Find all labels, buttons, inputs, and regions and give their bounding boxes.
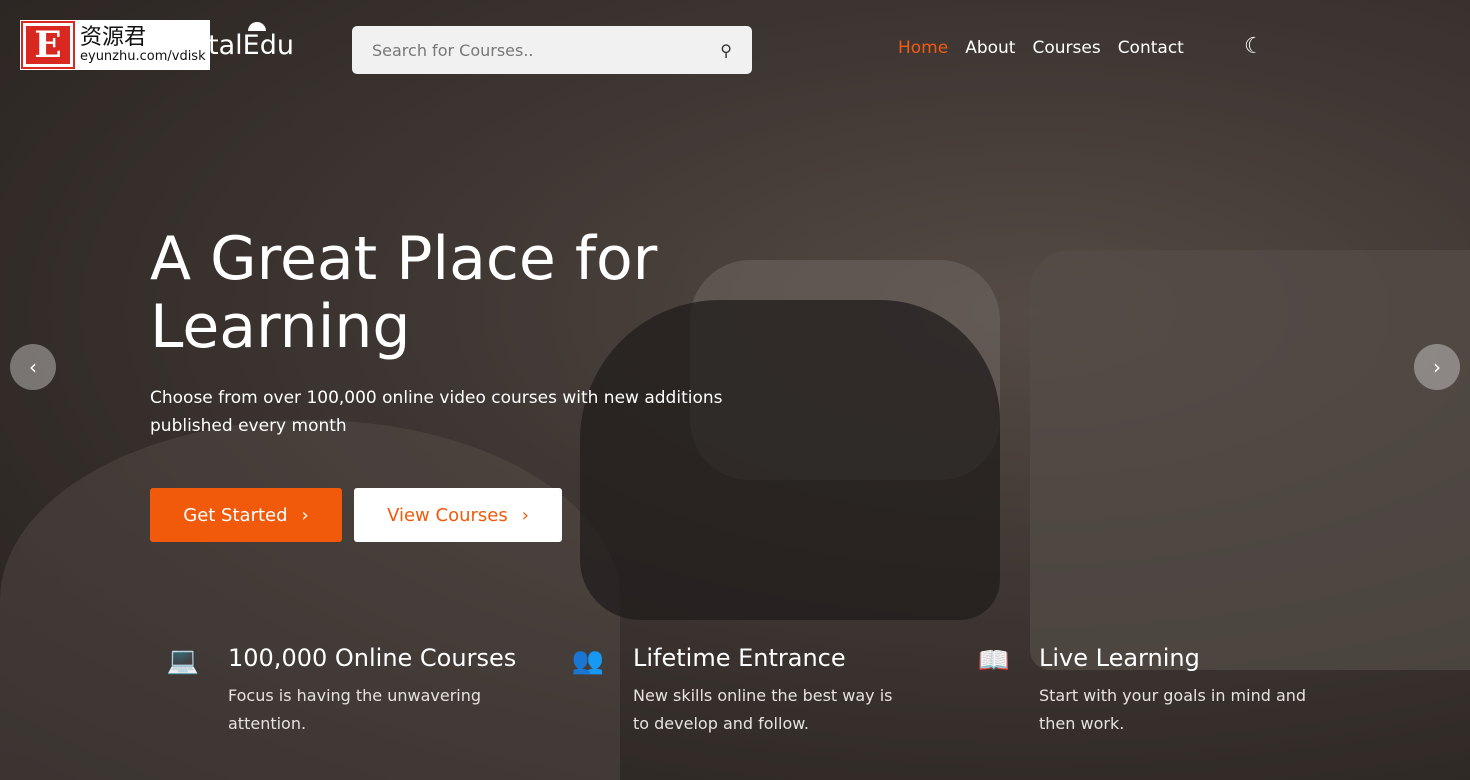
hero-title: A Great Place for Learning [150,224,658,362]
feature-title: 100,000 Online Courses [228,644,517,672]
nav-home[interactable]: Home [898,38,948,58]
watermark-logo: E [21,21,75,69]
nav-courses[interactable]: Courses [1032,38,1100,58]
feature-item: 💻 100,000 Online Courses Focus is having … [166,644,516,738]
get-started-button[interactable]: Get Started › [150,488,342,542]
logo[interactable]: talEdu [208,22,294,61]
feature-item: 👥 Lifetime Entrance New skills online the… [571,644,913,738]
feature-text: Start with your goals in mind and then w… [1039,686,1307,733]
chevron-right-icon: › [301,504,309,526]
chevron-right-icon: › [1433,355,1441,379]
hero-lead: Choose from over 100,000 online video co… [150,388,723,436]
watermark-url: eyunzhu.com/vdisk [80,48,206,64]
feature-title: Live Learning [1039,644,1200,672]
users-icon: 👥 [571,646,605,676]
carousel-prev-button[interactable]: ‹ [10,344,56,390]
moon-icon[interactable]: ☾ [1244,34,1264,59]
get-started-label: Get Started [183,504,288,526]
view-courses-button[interactable]: View Courses › [354,488,562,542]
feature-item: 📖 Live Learning Start with your goals in … [977,644,1319,738]
feature-text: Focus is having the unwavering attention… [228,686,482,733]
watermark: E 资源君 eyunzhu.com/vdisk [20,20,210,70]
carousel-next-button[interactable]: › [1414,344,1460,390]
search-icon[interactable]: ⚲ [720,41,732,60]
nav-about[interactable]: About [965,38,1015,58]
feature-text: New skills online the best way is to dev… [633,686,893,733]
watermark-cn: 资源君 [80,24,147,50]
laptop-icon: 💻 [166,646,200,676]
chevron-left-icon: ‹ [29,355,37,379]
search-input[interactable]: Search for Courses.. ⚲ [352,26,752,74]
feature-title: Lifetime Entrance [633,644,846,672]
nav-contact[interactable]: Contact [1118,38,1184,58]
chevron-right-icon: › [521,504,529,526]
view-courses-label: View Courses [387,504,508,526]
search-placeholder: Search for Courses.. [372,40,534,60]
main-nav: Home About Courses Contact [898,38,1184,58]
book-icon: 📖 [977,646,1011,676]
